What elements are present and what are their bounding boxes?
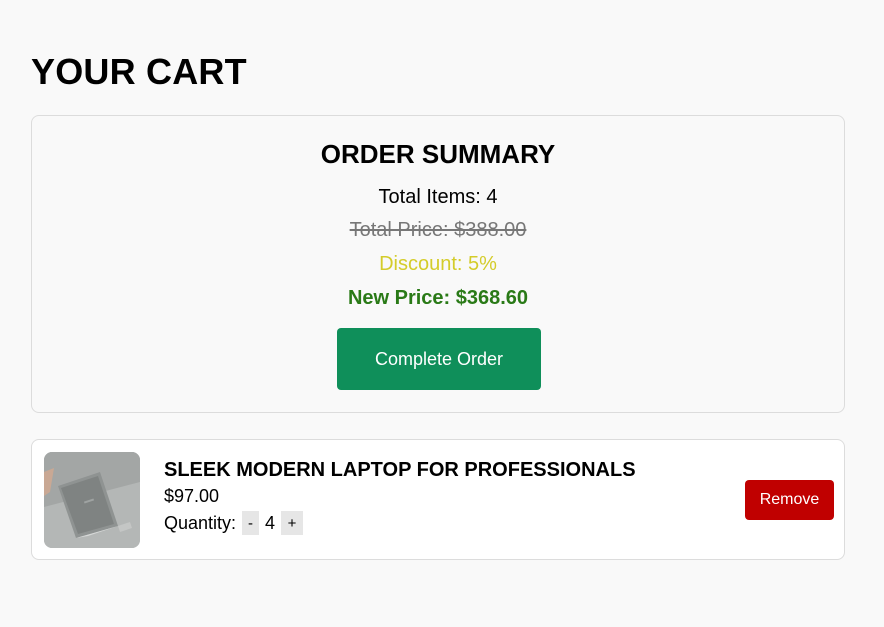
decrement-quantity-button[interactable]: - [242,511,260,535]
cart-item: SLEEK MODERN LAPTOP FOR PROFESSIONALS $9… [31,439,845,560]
item-price: $97.00 [164,486,220,506]
complete-order-button[interactable]: Complete Order [337,328,541,390]
new-price: New Price: $368.60 [347,287,529,309]
quantity-stepper: Quantity: - 4 + [164,511,304,535]
quantity-label: Quantity: [164,512,237,533]
page-title: YOUR CART [31,51,247,92]
discount: Discount: 5% [379,253,497,275]
quantity-value: 4 [265,512,276,533]
total-items: Total Items: 4 [378,186,498,208]
laptop-image-icon [44,452,140,548]
laptop-image [44,452,140,548]
increment-quantity-button[interactable]: + [281,511,304,535]
order-summary-card: ORDER SUMMARY Total Items: 4 Total Price… [31,115,845,413]
order-summary-title: ORDER SUMMARY [320,139,556,169]
total-price: Total Price: $388.00 [349,219,527,241]
item-name: SLEEK MODERN LAPTOP FOR PROFESSIONALS [164,459,636,481]
cart-page: YOUR CART ORDER SUMMARY Total Items: 4 T… [0,0,884,627]
remove-item-button[interactable]: Remove [745,480,834,520]
